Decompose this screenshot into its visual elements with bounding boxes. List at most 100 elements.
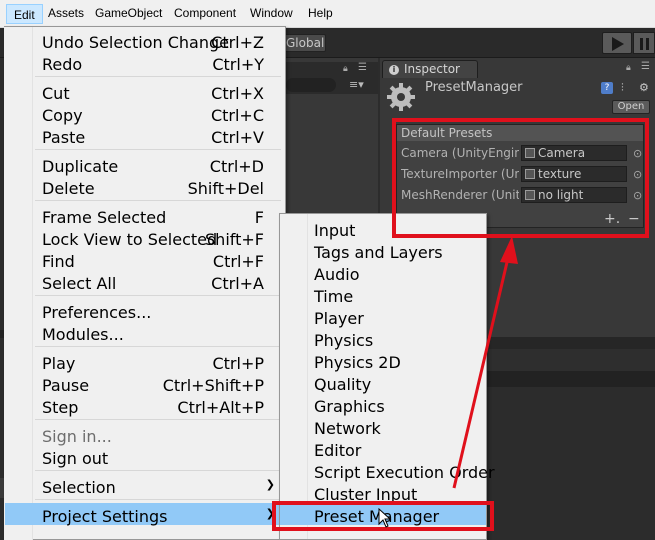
menu-item-label: Step xyxy=(42,398,79,417)
menu-item-lock-view[interactable]: Lock View to Selected Shift+F xyxy=(5,226,285,249)
menu-separator xyxy=(35,76,281,77)
menu-item-pause[interactable]: Pause Ctrl+Shift+P xyxy=(5,372,285,395)
submenu-item-script-execution-order[interactable]: Script Execution Order xyxy=(280,459,495,482)
inspector-tab-label: Inspector xyxy=(404,62,460,76)
menu-item-sign-out[interactable]: Sign out xyxy=(5,445,285,468)
menu-item-shortcut: Shift+Del xyxy=(187,179,264,198)
inspector-header-icons: ? ⫶ ⚙ xyxy=(601,82,655,96)
lock-icon[interactable]: 🔒︎ xyxy=(626,63,631,73)
hierarchy-search-input[interactable] xyxy=(286,78,336,92)
menu-item-label: Physics xyxy=(314,331,374,350)
submenu-item-physics-2d[interactable]: Physics 2D xyxy=(280,349,486,372)
menu-item-play[interactable]: Play Ctrl+P xyxy=(5,350,285,373)
submenu-item-time[interactable]: Time xyxy=(280,283,486,306)
menu-gameobject[interactable]: GameObject xyxy=(95,6,162,20)
submenu-item-quality[interactable]: Quality xyxy=(280,371,486,394)
menu-separator xyxy=(35,499,281,500)
menu-item-preferences[interactable]: Preferences... xyxy=(5,299,285,322)
pause-icon xyxy=(640,38,643,50)
menu-item-shortcut: Ctrl+D xyxy=(209,157,264,176)
submenu-item-physics[interactable]: Physics xyxy=(280,327,486,350)
menu-item-shortcut: F xyxy=(254,208,264,227)
menu-item-copy[interactable]: Copy Ctrl+C xyxy=(5,102,285,125)
menu-item-label: Network xyxy=(314,419,381,438)
menu-item-shortcut: Ctrl+Y xyxy=(212,55,264,74)
menu-item-select-all[interactable]: Select All Ctrl+A xyxy=(5,270,285,293)
menu-item-cut[interactable]: Cut Ctrl+X xyxy=(5,80,285,103)
menu-item-label: Duplicate xyxy=(42,157,119,176)
submenu-item-editor[interactable]: Editor xyxy=(280,437,486,460)
menu-item-find[interactable]: Find Ctrl+F xyxy=(5,248,285,271)
submenu-item-audio[interactable]: Audio xyxy=(280,261,486,284)
list-view-icon[interactable]: ≡▾ xyxy=(349,78,371,92)
menu-item-frame-selected[interactable]: Frame Selected F xyxy=(5,204,285,227)
info-icon: i xyxy=(389,65,399,75)
menu-item-redo[interactable]: Redo Ctrl+Y xyxy=(5,51,285,74)
menu-item-label: Sign out xyxy=(42,449,109,468)
gear-icon xyxy=(387,83,415,111)
tab-inspector[interactable]: i Inspector xyxy=(382,60,478,78)
menu-item-label: Script Execution Order xyxy=(314,463,495,482)
preset-sliders-icon[interactable]: ⫶ xyxy=(621,82,633,94)
menu-item-label: Select All xyxy=(42,274,117,293)
menu-item-paste[interactable]: Paste Ctrl+V xyxy=(5,124,285,147)
menu-separator xyxy=(35,295,281,296)
submenu-item-cluster-input[interactable]: Cluster Input xyxy=(280,481,486,504)
menu-item-project-settings[interactable]: Project Settings ❯ xyxy=(5,503,285,526)
submenu-item-network[interactable]: Network xyxy=(280,415,486,438)
menu-item-label: Cut xyxy=(42,84,70,103)
panel-menu-icon[interactable]: ☰ xyxy=(358,62,367,73)
menu-separator xyxy=(35,200,281,201)
menu-item-shortcut: Ctrl+A xyxy=(211,274,264,293)
menu-item-label: Sign in... xyxy=(42,427,112,446)
menu-item-label: Redo xyxy=(42,55,83,74)
menu-item-label: Delete xyxy=(42,179,95,198)
menu-item-label: Play xyxy=(42,354,76,373)
menu-separator xyxy=(35,149,281,150)
help-icon[interactable]: ? xyxy=(601,82,613,94)
menu-item-label: Project Settings xyxy=(42,507,168,526)
menu-item-selection[interactable]: Selection ❯ xyxy=(5,474,285,497)
menu-item-label: Player xyxy=(314,309,364,328)
submenu-item-tags-and-layers[interactable]: Tags and Layers xyxy=(280,239,486,262)
menu-item-duplicate[interactable]: Duplicate Ctrl+D xyxy=(5,153,285,176)
menu-item-label: Time xyxy=(314,287,354,306)
menu-edit[interactable]: Edit xyxy=(6,4,43,24)
menu-component[interactable]: Component xyxy=(174,6,236,20)
menu-window[interactable]: Window xyxy=(250,6,293,20)
menu-item-undo[interactable]: Undo Selection Change Ctrl+Z xyxy=(5,29,285,52)
pause-button[interactable] xyxy=(633,32,655,54)
menu-item-label: Copy xyxy=(42,106,83,125)
menu-item-label: Paste xyxy=(42,128,86,147)
global-toggle-button[interactable]: Global xyxy=(280,34,326,52)
menu-item-label: Preferences... xyxy=(42,303,152,322)
menu-item-label: Graphics xyxy=(314,397,385,416)
submenu-item-player[interactable]: Player xyxy=(280,305,486,328)
lock-icon[interactable]: 🔒︎ xyxy=(343,64,348,74)
menu-separator xyxy=(35,346,281,347)
menu-item-delete[interactable]: Delete Shift+Del xyxy=(5,175,285,198)
settings-gear-icon[interactable]: ⚙ xyxy=(639,82,651,94)
menu-item-shortcut: Ctrl+F xyxy=(212,252,264,271)
menu-item-label: Audio xyxy=(314,265,360,284)
annotation-highlight-box xyxy=(392,118,649,238)
panel-menu-icon[interactable]: ☰ xyxy=(641,61,650,72)
submenu-item-graphics[interactable]: Graphics xyxy=(280,393,486,416)
menu-item-label: Quality xyxy=(314,375,372,394)
menu-assets[interactable]: Assets xyxy=(48,6,84,20)
play-icon xyxy=(612,37,624,51)
menu-item-label: Physics 2D xyxy=(314,353,401,372)
menu-item-step[interactable]: Step Ctrl+Alt+P xyxy=(5,394,285,417)
menu-item-shortcut: Ctrl+V xyxy=(211,128,264,147)
menu-item-label: Lock View to Selected xyxy=(42,230,218,249)
menu-help[interactable]: Help xyxy=(308,6,333,20)
menu-item-shortcut: Ctrl+Alt+P xyxy=(177,398,264,417)
menu-item-shortcut: Ctrl+C xyxy=(210,106,264,125)
menu-item-modules[interactable]: Modules... xyxy=(5,321,285,344)
menu-item-label: Modules... xyxy=(42,325,124,344)
menu-item-shortcut: Ctrl+Z xyxy=(211,33,264,52)
menu-item-label: Undo Selection Change xyxy=(42,33,229,52)
play-button[interactable] xyxy=(602,32,632,54)
open-button[interactable]: Open xyxy=(612,100,650,114)
menu-item-shortcut: Shift+F xyxy=(205,230,264,249)
